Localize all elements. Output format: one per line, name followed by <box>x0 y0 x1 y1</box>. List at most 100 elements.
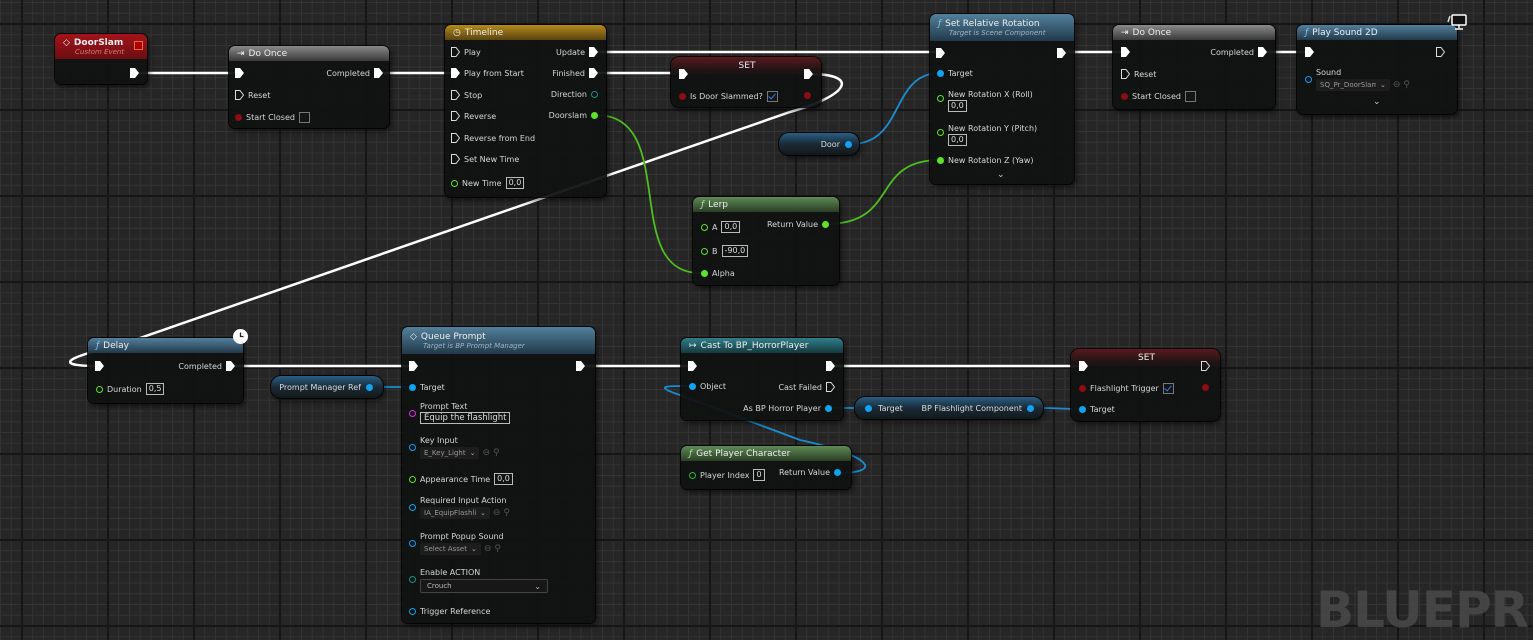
alpha-pin[interactable]: Alpha <box>701 269 735 278</box>
exec-in-pin[interactable] <box>95 361 104 373</box>
prompt-text-pin[interactable]: Prompt Text Equip the flashlight <box>409 402 511 424</box>
reset-pin[interactable]: Reset <box>1121 69 1156 79</box>
prompt-popup-sound-pin[interactable]: Prompt Popup Sound Select Asset ⌄ ⊖ ⚲ <box>409 532 504 555</box>
b-pin[interactable]: B -90,0 <box>701 245 749 257</box>
browse-asset-icon[interactable]: ⚲ <box>1403 80 1410 90</box>
get-player-character-node[interactable]: ƒ Get Player Character Player Index 0 Ret… <box>681 446 851 489</box>
exec-in-pin[interactable] <box>235 68 244 80</box>
target-pin[interactable]: Target <box>937 69 973 78</box>
browse-asset-icon[interactable]: ⚲ <box>503 508 510 518</box>
as-horror-player-pin[interactable]: As BP Horror Player <box>743 404 832 413</box>
start-closed-checkbox[interactable] <box>298 112 310 123</box>
return-value-pin[interactable]: Return Value <box>779 468 841 477</box>
trigger-reference-pin[interactable]: Trigger Reference <box>409 607 490 616</box>
flashlight-trigger-checkbox[interactable] <box>1162 383 1174 394</box>
appearance-time-pin[interactable]: Appearance Time 0,0 <box>409 473 513 485</box>
use-selected-asset-icon[interactable]: ⊖ <box>484 544 492 554</box>
completed-pin[interactable]: Completed <box>1210 47 1267 57</box>
prompt-text-input[interactable]: Equip the flashlight <box>420 412 511 424</box>
is-door-slammed-checkbox[interactable] <box>766 91 778 102</box>
do-once-node-2[interactable]: ⇥ Do Once Completed Reset Start Closed <box>1113 25 1275 109</box>
flashlight-component-getter-node[interactable]: Target BP Flashlight Component <box>855 397 1043 419</box>
roll-pin[interactable]: New Rotation X (Roll) 0,0 <box>937 90 1033 112</box>
start-closed-pin[interactable]: Start Closed <box>235 112 310 123</box>
return-value-pin[interactable]: Return Value <box>767 220 829 229</box>
exec-out-pin[interactable] <box>804 69 813 81</box>
bool-out-pin[interactable] <box>1202 384 1209 391</box>
set-new-time-pin[interactable]: Set New Time <box>451 154 519 164</box>
bool-out-pin[interactable] <box>804 92 811 99</box>
object-pin[interactable]: Object <box>689 382 726 391</box>
direction-pin[interactable]: Direction <box>551 90 598 99</box>
doorslam-track-pin[interactable]: Doorslam <box>549 111 598 120</box>
play-sound-2d-node[interactable]: ƒ Play Sound 2D Sound SQ_Pr_DoorSlam ⌄ ⊖ ⚲… <box>1297 25 1457 114</box>
target-pin[interactable]: Target <box>1079 405 1115 414</box>
exec-out-pin[interactable] <box>130 68 139 80</box>
exec-out-pin[interactable] <box>1436 47 1446 59</box>
duration-pin[interactable]: Duration 0,5 <box>96 383 165 395</box>
a-pin[interactable]: A 0,0 <box>701 221 741 233</box>
set-is-door-slammed-node[interactable]: SET Is Door Slammed? <box>671 57 821 107</box>
pitch-pin[interactable]: New Rotation Y (Pitch) 0,0 <box>937 124 1037 146</box>
is-door-slammed-pin[interactable]: Is Door Slammed? <box>679 91 778 102</box>
exec-in-pin[interactable] <box>1079 361 1088 373</box>
do-once-node[interactable]: ⇥ Do Once Completed Reset Start Closed <box>229 46 389 128</box>
key-input-dropdown[interactable]: E_Key_Light ⌄ <box>420 447 480 459</box>
required-input-action-pin[interactable]: Required Input Action IA_EquipFlashlig ⌄ … <box>409 496 510 519</box>
object-pin-icon[interactable] <box>1027 404 1034 412</box>
custom-event-node-doorslam[interactable]: ◇ DoorSlam Custom Event <box>55 34 147 84</box>
door-variable-node[interactable]: Door <box>779 133 859 155</box>
enable-action-pin[interactable]: Enable ACTION Crouch ⌄ <box>409 568 548 593</box>
new-time-pin[interactable]: New Time 0,0 <box>451 177 525 189</box>
appearance-time-input[interactable]: 0,0 <box>494 473 513 485</box>
reverse-from-end-pin[interactable]: Reverse from End <box>451 133 535 143</box>
set-relative-rotation-node[interactable]: ƒ Set Relative Rotation Target is Scene … <box>930 14 1074 184</box>
start-closed-pin[interactable]: Start Closed <box>1121 91 1196 102</box>
object-pin-icon[interactable] <box>845 140 852 148</box>
exec-in-pin[interactable] <box>936 48 945 60</box>
prompt-manager-ref-node[interactable]: Prompt Manager Ref <box>271 376 383 398</box>
use-selected-asset-icon[interactable]: ⊖ <box>493 508 501 518</box>
roll-input[interactable]: 0,0 <box>948 100 967 112</box>
play-from-start-pin[interactable]: Play from Start <box>451 68 524 78</box>
browse-asset-icon[interactable]: ⚲ <box>494 544 501 554</box>
timeline-node[interactable]: ◷ Timeline Play Play from Start Stop Rev… <box>445 25 606 197</box>
reverse-pin[interactable]: Reverse <box>451 111 496 121</box>
exec-out-pin[interactable] <box>1201 361 1211 373</box>
player-index-input[interactable]: 0 <box>753 469 765 481</box>
object-pin-icon[interactable] <box>865 404 872 412</box>
completed-pin[interactable]: Completed <box>326 68 383 78</box>
flashlight-trigger-pin[interactable]: Flashlight Trigger <box>1079 383 1174 394</box>
set-flashlight-trigger-node[interactable]: SET Flashlight Trigger Target <box>1071 349 1220 421</box>
player-index-pin[interactable]: Player Index 0 <box>689 469 765 481</box>
popup-sound-dropdown[interactable]: Select Asset ⌄ <box>420 543 481 555</box>
duration-input[interactable]: 0,5 <box>145 383 165 395</box>
reset-pin[interactable]: Reset <box>235 90 270 100</box>
sound-asset-dropdown[interactable]: SQ_Pr_DoorSlam ⌄ <box>1316 79 1390 91</box>
expand-chevron-icon[interactable]: ⌄ <box>1373 97 1381 107</box>
cast-failed-pin[interactable]: Cast Failed <box>778 382 835 392</box>
exec-out-pin[interactable] <box>1057 48 1066 60</box>
a-input[interactable]: 0,0 <box>721 221 741 233</box>
exec-out-pin[interactable] <box>826 361 835 373</box>
exec-in-pin[interactable] <box>1121 47 1130 59</box>
lerp-node[interactable]: ƒ Lerp A 0,0 B -90,0 Alpha Return Value <box>693 197 839 285</box>
exec-in-pin[interactable] <box>688 361 697 373</box>
start-closed-checkbox[interactable] <box>1184 91 1196 102</box>
play-pin[interactable]: Play <box>451 47 481 57</box>
sound-pin[interactable]: Sound SQ_Pr_DoorSlam ⌄ ⊖ ⚲ <box>1305 68 1410 91</box>
exec-in-pin[interactable] <box>1305 47 1314 59</box>
expand-chevron-icon[interactable]: ⌄ <box>997 170 1005 180</box>
completed-pin[interactable]: Completed <box>178 361 235 371</box>
queue-prompt-node[interactable]: ◇ Queue Prompt Target is BP Prompt Manag… <box>402 327 595 623</box>
cast-to-horror-player-node[interactable]: ↦ Cast To BP_HorrorPlayer Object Cast Fa… <box>681 338 843 420</box>
exec-in-pin[interactable] <box>679 69 688 81</box>
update-pin[interactable]: Update <box>556 47 598 57</box>
new-time-input[interactable]: 0,0 <box>505 177 525 189</box>
delay-node[interactable]: ƒ Delay Completed Duration 0,5 <box>88 329 248 403</box>
b-input[interactable]: -90,0 <box>721 245 749 257</box>
exec-in-pin[interactable] <box>409 361 418 373</box>
pitch-input[interactable]: 0,0 <box>948 134 967 146</box>
enable-action-dropdown[interactable]: Crouch ⌄ <box>420 579 548 593</box>
exec-out-pin[interactable] <box>576 361 585 373</box>
